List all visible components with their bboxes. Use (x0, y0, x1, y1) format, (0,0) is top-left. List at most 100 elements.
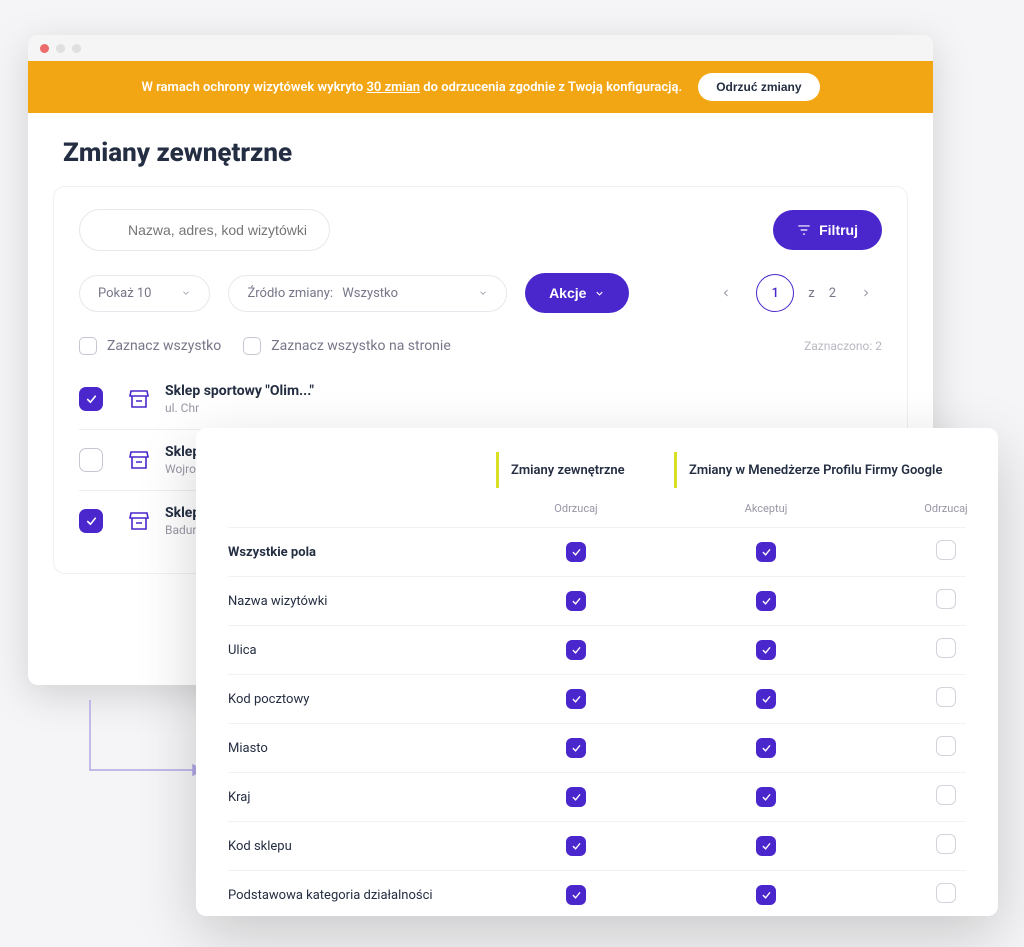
close-dot[interactable] (40, 44, 49, 53)
field-checkbox[interactable] (566, 885, 586, 905)
page-next-button[interactable] (850, 277, 882, 309)
settings-matrix: Wszystkie pola Nazwa wizytówki Ulica Kod po… (228, 527, 966, 916)
settings-row: Nazwa wizytówki (228, 576, 966, 625)
minimize-dot[interactable] (56, 44, 65, 53)
field-checkbox[interactable] (566, 738, 586, 758)
field-checkbox[interactable] (936, 589, 956, 609)
row-checkbox[interactable] (79, 387, 103, 411)
page-separator: z (808, 286, 814, 301)
column-google-manager: Zmiany w Menedżerze Profilu Firmy Google (674, 452, 966, 488)
row-checkbox[interactable] (79, 509, 103, 533)
page-prev-button[interactable] (710, 277, 742, 309)
chevron-left-icon (720, 287, 732, 299)
settings-row: Miasto (228, 723, 966, 772)
select-all-label: Zaznacz wszystko (107, 338, 221, 354)
field-checkbox[interactable] (756, 591, 776, 611)
actions-button[interactable]: Akcje (525, 273, 629, 313)
item-text: Sklep Wojro (165, 444, 200, 476)
store-icon (127, 387, 151, 411)
item-subtitle: ul. Chr (165, 401, 314, 415)
field-checkbox[interactable] (936, 883, 956, 903)
field-label: Nazwa wizytówki (228, 594, 478, 609)
field-checkbox[interactable] (756, 787, 776, 807)
subhead-reject-2: Odrzucaj (876, 502, 998, 515)
selected-count: Zaznaczono: 2 (804, 339, 882, 353)
overlay-header-spacer (228, 452, 478, 488)
item-title: Sklep (165, 444, 200, 460)
field-checkbox[interactable] (566, 591, 586, 611)
field-label: Kraj (228, 790, 478, 805)
settings-row: Kraj (228, 772, 966, 821)
item-subtitle: Badur (165, 523, 200, 537)
select-page-toggle[interactable]: Zaznacz wszystko na stronie (243, 337, 451, 355)
field-checkbox[interactable] (756, 542, 776, 562)
actions-button-label: Akcje (549, 285, 586, 301)
field-checkbox[interactable] (756, 836, 776, 856)
settings-overlay: Zmiany zewnętrzne Zmiany w Menedżerze Pr… (196, 428, 998, 916)
field-checkbox[interactable] (936, 834, 956, 854)
source-select-value: Wszystko (342, 286, 398, 301)
filter-button-label: Filtruj (819, 222, 858, 238)
source-select[interactable]: Źródło zmiany: Wszystko (228, 275, 507, 312)
subhead-accept: Akceptuj (674, 502, 858, 515)
field-label: Kod sklepu (228, 839, 478, 854)
field-label: Ulica (228, 643, 478, 658)
field-checkbox[interactable] (936, 638, 956, 658)
field-checkbox[interactable] (756, 738, 776, 758)
settings-row: Wszystkie pola (228, 527, 966, 576)
chevron-down-icon (478, 288, 488, 298)
item-title: Sklep sportowy "Olim..." (165, 383, 314, 399)
field-checkbox[interactable] (756, 640, 776, 660)
field-checkbox[interactable] (566, 836, 586, 856)
field-checkbox[interactable] (566, 542, 586, 562)
field-label: Wszystkie pola (228, 545, 478, 560)
select-page-checkbox[interactable] (243, 337, 261, 355)
field-checkbox[interactable] (566, 689, 586, 709)
banner-suffix: do odrzucenia zgodnie z Twoją konfigurac… (423, 80, 682, 95)
banner-link[interactable]: 30 zmian (366, 80, 420, 95)
subhead-reject-1: Odrzucaj (496, 502, 656, 515)
settings-row: Kod sklepu (228, 821, 966, 870)
alert-banner: W ramach ochrony wizytówek wykryto 30 zm… (28, 61, 933, 113)
select-page-label: Zaznacz wszystko na stronie (271, 338, 451, 354)
page-total: 2 (829, 286, 836, 301)
field-checkbox[interactable] (936, 785, 956, 805)
field-label: Kod pocztowy (228, 692, 478, 707)
select-all-checkbox[interactable] (79, 337, 97, 355)
store-icon (127, 509, 151, 533)
chevron-down-icon (181, 288, 191, 298)
per-page-label: Pokaż 10 (98, 286, 151, 301)
field-checkbox[interactable] (936, 736, 956, 756)
field-checkbox[interactable] (756, 885, 776, 905)
item-title: Sklep (165, 505, 200, 521)
item-text: Sklep sportowy "Olim..." ul. Chr (165, 383, 314, 415)
filter-button[interactable]: Filtruj (773, 210, 882, 250)
page-current[interactable]: 1 (756, 274, 794, 312)
field-label: Podstawowa kategoria działalności (228, 888, 478, 903)
item-subtitle: Wojro (165, 462, 200, 476)
filter-icon (797, 223, 811, 237)
field-checkbox[interactable] (756, 689, 776, 709)
field-checkbox[interactable] (566, 787, 586, 807)
page-title: Zmiany zewnętrzne (28, 113, 933, 186)
list-item[interactable]: Sklep sportowy "Olim..." ul. Chr (79, 369, 882, 429)
pagination: 1 z 2 (710, 274, 882, 312)
field-label: Miasto (228, 741, 478, 756)
item-text: Sklep Badur (165, 505, 200, 537)
field-checkbox[interactable] (566, 640, 586, 660)
per-page-select[interactable]: Pokaż 10 (79, 275, 210, 312)
chevron-down-icon (594, 288, 605, 299)
chevron-right-icon (860, 287, 872, 299)
dismiss-changes-button[interactable]: Odrzuć zmiany (698, 73, 819, 101)
column-external-changes: Zmiany zewnętrzne (496, 452, 656, 488)
row-checkbox[interactable] (79, 448, 103, 472)
banner-prefix: W ramach ochrony wizytówek wykryto (141, 80, 363, 95)
field-checkbox[interactable] (936, 687, 956, 707)
select-all-toggle[interactable]: Zaznacz wszystko (79, 337, 221, 355)
field-checkbox[interactable] (936, 540, 956, 560)
settings-row: Ulica (228, 625, 966, 674)
settings-row: Podstawowa kategoria działalności (228, 870, 966, 916)
store-icon (127, 448, 151, 472)
maximize-dot[interactable] (72, 44, 81, 53)
search-input[interactable] (79, 209, 330, 251)
